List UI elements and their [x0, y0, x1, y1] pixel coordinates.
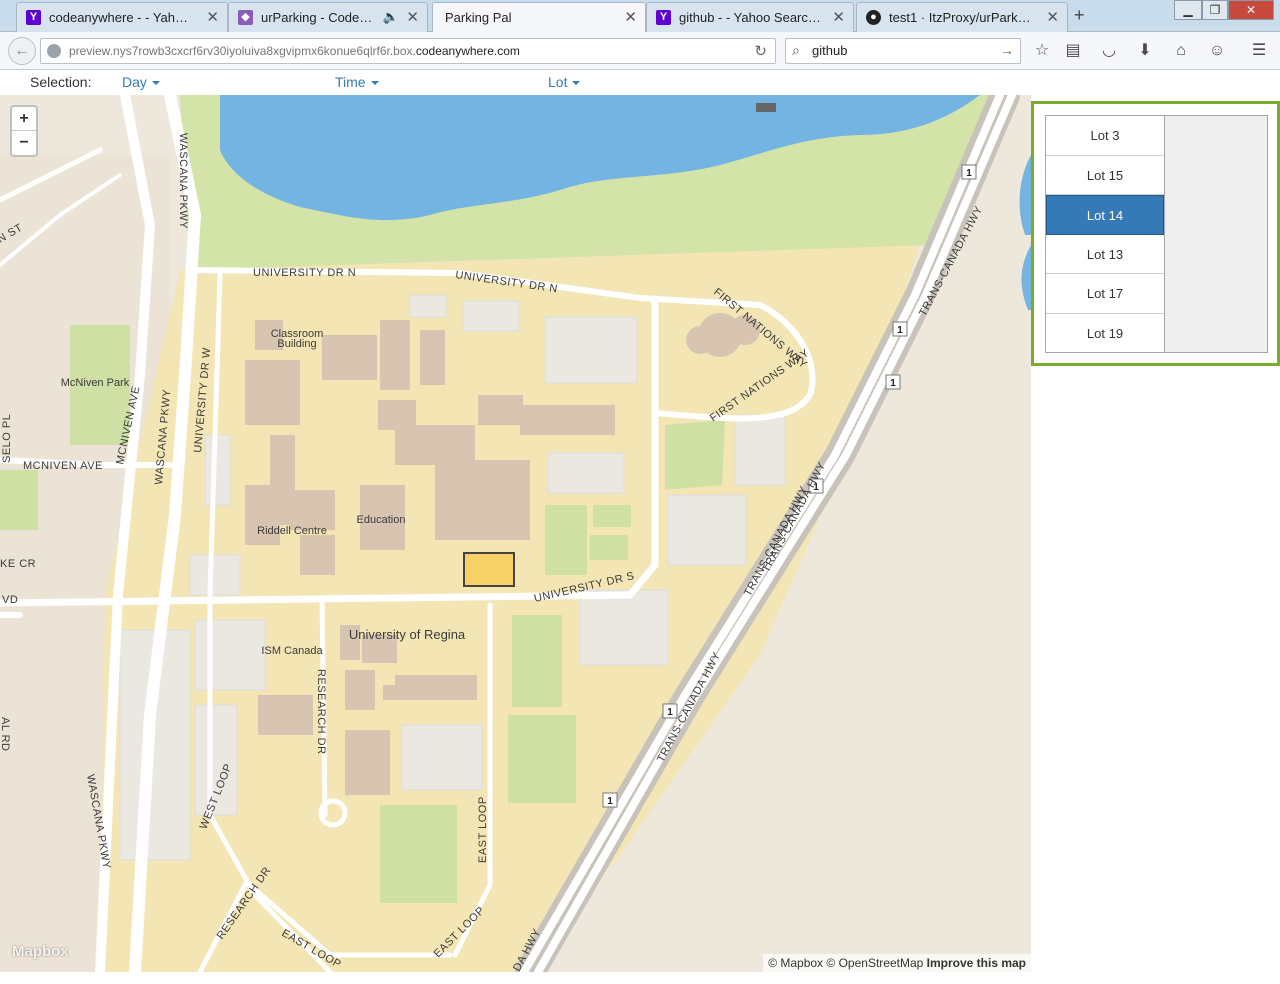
improve-map-link[interactable]: Improve this map — [927, 956, 1026, 970]
svg-text:University of Regina: University of Regina — [349, 627, 466, 642]
svg-text:EAST LOOP: EAST LOOP — [477, 796, 489, 863]
zoom-out-button[interactable]: − — [12, 131, 36, 155]
campus-map[interactable]: 1 1 1 1 1 1 UNIVERSITY DR N UNIVERSITY D… — [0, 95, 1031, 972]
svg-text:MCNIVEN AVE: MCNIVEN AVE — [23, 460, 103, 472]
svg-text:AL RD: AL RD — [0, 717, 11, 752]
maximize-button[interactable]: ❐ — [1202, 0, 1228, 20]
browser-nav-bar: ← preview.nys7rowb3cxcrf6rv30iyoluiva8xg… — [0, 32, 1280, 70]
svg-text:Education: Education — [357, 514, 406, 526]
caret-down-icon — [572, 81, 581, 86]
close-tab-icon[interactable]: ✕ — [1046, 8, 1059, 26]
bookmark-star-icon[interactable]: ☆ — [1032, 41, 1052, 61]
svg-text:Building: Building — [277, 338, 316, 350]
search-box[interactable]: ⌕ → — [785, 38, 1021, 64]
svg-text:UNIVERSITY DR N: UNIVERSITY DR N — [253, 267, 356, 279]
pocket-icon[interactable]: ◡ — [1099, 41, 1119, 61]
browser-tab-yahoo-github[interactable]: Y github - - Yahoo Search Re... ✕ — [646, 2, 854, 32]
search-input[interactable] — [812, 43, 992, 58]
lot-panel-inner: Lot 3 Lot 15 Lot 14 Lot 13 Lot 17 Lot 19 — [1045, 115, 1268, 353]
field — [590, 535, 628, 560]
lot-panel: Lot 3 Lot 15 Lot 14 Lot 13 Lot 17 Lot 19 — [1031, 101, 1280, 366]
lot-dropdown[interactable]: Lot — [548, 74, 581, 90]
svg-text:1: 1 — [966, 168, 972, 179]
svg-text:KE CR: KE CR — [0, 558, 36, 570]
back-icon[interactable]: ← — [8, 37, 36, 65]
day-dropdown[interactable]: Day — [122, 74, 160, 90]
svg-text:Riddell Centre: Riddell Centre — [257, 525, 327, 537]
home-icon[interactable]: ⌂ — [1171, 41, 1191, 61]
close-tab-icon[interactable]: ✕ — [406, 8, 419, 26]
lot-item[interactable]: Lot 19 — [1046, 314, 1164, 354]
mapbox-attribution-link[interactable]: © Mapbox — [768, 956, 823, 970]
caret-down-icon — [370, 81, 379, 86]
tab-title: codeanywhere - - Yahoo S... — [49, 10, 195, 25]
selection-label: Selection: — [30, 74, 92, 90]
close-tab-icon[interactable]: ✕ — [624, 8, 637, 26]
osm-attribution-link[interactable]: © OpenStreetMap — [826, 956, 923, 970]
svg-text:1: 1 — [897, 325, 903, 336]
time-dropdown[interactable]: Time — [335, 74, 379, 90]
new-tab-button[interactable]: + — [1074, 5, 1085, 26]
svg-text:1: 1 — [607, 796, 613, 807]
field — [380, 805, 457, 903]
map-canvas[interactable]: 1 1 1 1 1 1 UNIVERSITY DR N UNIVERSITY D… — [0, 95, 1031, 972]
zoom-in-button[interactable]: + — [12, 107, 36, 131]
lot-item[interactable]: Lot 17 — [1046, 274, 1164, 314]
browser-tab-parking-pal[interactable]: Parking Pal ✕ — [432, 2, 646, 33]
field — [545, 505, 587, 575]
lot-item[interactable]: Lot 3 — [1046, 116, 1164, 156]
tab-title: github - - Yahoo Search Re... — [679, 10, 821, 25]
zoom-control: + − — [10, 105, 38, 157]
search-go-icon[interactable]: → — [1000, 42, 1014, 58]
mapbox-logo[interactable]: Mapbox — [12, 943, 69, 960]
browser-tab-yahoo-codeanywhere[interactable]: Y codeanywhere - - Yahoo S... ✕ — [16, 2, 228, 32]
github-icon: ● — [866, 10, 881, 25]
caret-down-icon — [151, 81, 160, 86]
menu-icon[interactable]: ☰ — [1249, 41, 1269, 61]
tab-title: urParking - Codeanyw... — [261, 10, 379, 25]
search-icon: ⌕ — [792, 42, 800, 58]
map-attribution: © Mapbox © OpenStreetMap Improve this ma… — [763, 954, 1031, 972]
hello-icon[interactable]: ☺ — [1207, 41, 1227, 61]
lot-item-selected[interactable]: Lot 14 — [1046, 195, 1164, 235]
close-tab-icon[interactable]: ✕ — [206, 8, 219, 26]
yahoo-icon: Y — [656, 10, 671, 25]
field — [593, 505, 631, 527]
svg-text:VD: VD — [2, 594, 18, 606]
svg-text:SELO PL: SELO PL — [1, 414, 13, 463]
selected-lot-polygon[interactable] — [463, 552, 515, 587]
browser-tab-bar: Y codeanywhere - - Yahoo S... ✕ ◆ urPark… — [0, 0, 1280, 33]
codeanywhere-icon: ◆ — [238, 10, 253, 25]
reading-list-icon[interactable]: ▤ — [1063, 41, 1083, 61]
lot-list: Lot 3 Lot 15 Lot 14 Lot 13 Lot 17 Lot 19 — [1046, 116, 1165, 352]
speaker-icon[interactable]: 🔈 — [383, 9, 399, 25]
svg-text:McNiven Park: McNiven Park — [61, 377, 130, 389]
url-text: preview.nys7rowb3cxcrf6rv30iyoluiva8xgvi… — [69, 44, 520, 58]
lot-item[interactable]: Lot 15 — [1046, 156, 1164, 195]
lot-item[interactable]: Lot 13 — [1046, 235, 1164, 274]
field — [512, 615, 562, 707]
url-bar[interactable]: preview.nys7rowb3cxcrf6rv30iyoluiva8xgvi… — [40, 38, 776, 64]
tab-title: Parking Pal — [445, 10, 512, 25]
field — [665, 420, 725, 490]
yahoo-icon: Y — [26, 10, 41, 25]
park-patch — [0, 470, 38, 530]
svg-text:RESEARCH DR: RESEARCH DR — [315, 669, 327, 755]
window-close-button[interactable]: ✕ — [1228, 0, 1274, 20]
svg-text:1: 1 — [890, 378, 896, 389]
download-icon[interactable]: ⬇ — [1135, 41, 1155, 61]
selection-bar: Selection: Day Time Lot — [0, 70, 1280, 95]
field — [508, 715, 576, 803]
lake-marker — [756, 103, 776, 112]
tab-title: test1 · ItzProxy/urPark@a8f... — [889, 10, 1035, 25]
svg-text:1: 1 — [667, 707, 673, 718]
close-tab-icon[interactable]: ✕ — [832, 8, 845, 26]
svg-text:ISM Canada: ISM Canada — [261, 645, 323, 657]
svg-text:WASCANA PKWY: WASCANA PKWY — [177, 133, 189, 229]
browser-tab-urparking[interactable]: ◆ urParking - Codeanyw... 🔈 ✕ — [228, 2, 428, 32]
minimize-button[interactable]: ▁ — [1174, 0, 1202, 20]
globe-icon — [47, 44, 61, 58]
browser-tab-github-test1[interactable]: ● test1 · ItzProxy/urPark@a8f... ✕ — [856, 2, 1068, 32]
reload-icon[interactable]: ↻ — [754, 42, 767, 60]
